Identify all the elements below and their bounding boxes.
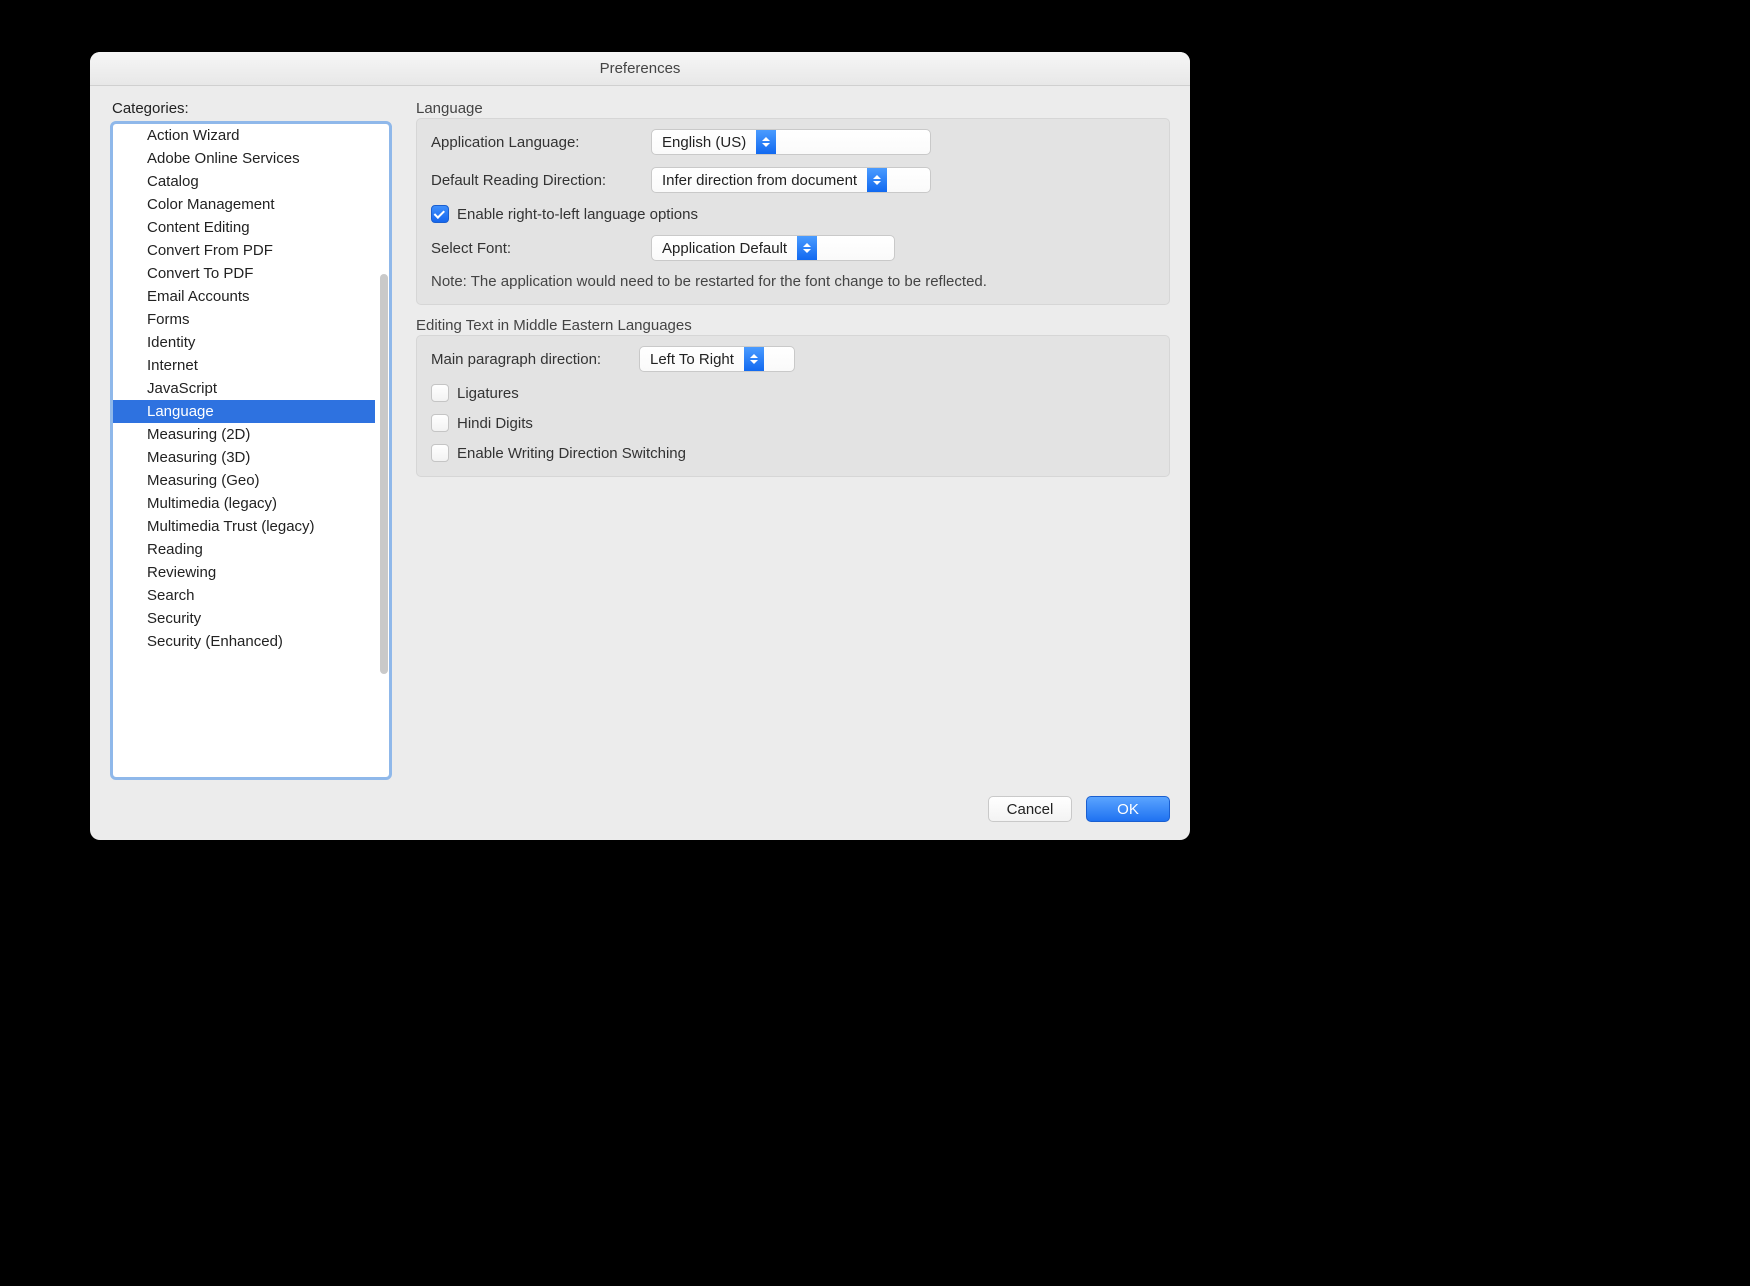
checkbox-box-icon	[431, 414, 449, 432]
categories-scrollbar[interactable]	[380, 274, 388, 674]
category-item[interactable]: Measuring (3D)	[113, 446, 375, 469]
hindi-digits-checkbox[interactable]: Hindi Digits	[431, 414, 1155, 432]
category-item[interactable]: Multimedia Trust (legacy)	[113, 515, 375, 538]
checkbox-box-icon	[431, 444, 449, 462]
category-item[interactable]: Search	[113, 584, 375, 607]
category-item[interactable]: Reading	[113, 538, 375, 561]
writing-direction-switching-label: Enable Writing Direction Switching	[457, 445, 686, 462]
select-font-value: Application Default	[652, 240, 797, 257]
reading-direction-label: Default Reading Direction:	[431, 172, 641, 189]
checkmark-icon	[434, 208, 445, 219]
checkbox-box-icon	[431, 205, 449, 223]
editing-heading: Editing Text in Middle Eastern Languages	[416, 317, 1170, 334]
paragraph-direction-label: Main paragraph direction:	[431, 351, 629, 368]
settings-panel: Language Application Language: English (…	[416, 100, 1170, 780]
chevron-updown-icon	[797, 236, 817, 260]
select-font-select[interactable]: Application Default	[651, 235, 895, 261]
category-item[interactable]: Multimedia (legacy)	[113, 492, 375, 515]
category-item[interactable]: Convert From PDF	[113, 239, 375, 262]
ok-button-label: OK	[1117, 801, 1139, 818]
reading-direction-row: Default Reading Direction: Infer directi…	[431, 167, 1155, 193]
select-font-label: Select Font:	[431, 240, 641, 257]
app-language-select[interactable]: English (US)	[651, 129, 931, 155]
language-section: Language Application Language: English (…	[416, 100, 1170, 305]
category-item[interactable]: Security (Enhanced)	[113, 630, 375, 653]
reading-direction-value: Infer direction from document	[652, 172, 867, 189]
category-item[interactable]: JavaScript	[113, 377, 375, 400]
app-language-value: English (US)	[652, 134, 756, 151]
chevron-updown-icon	[756, 130, 776, 154]
category-item[interactable]: Measuring (2D)	[113, 423, 375, 446]
categories-label: Categories:	[110, 100, 392, 117]
app-language-label: Application Language:	[431, 134, 641, 151]
category-item[interactable]: Internet	[113, 354, 375, 377]
window-title: Preferences	[600, 60, 681, 77]
editing-section: Editing Text in Middle Eastern Languages…	[416, 317, 1170, 477]
rtl-options-checkbox[interactable]: Enable right-to-left language options	[431, 205, 1155, 223]
ligatures-checkbox[interactable]: Ligatures	[431, 384, 1155, 402]
categories-list-inner: Action WizardAdobe Online ServicesCatalo…	[113, 124, 389, 777]
window-titlebar: Preferences	[90, 52, 1190, 86]
category-item[interactable]: Catalog	[113, 170, 375, 193]
ligatures-label: Ligatures	[457, 385, 519, 402]
checkbox-box-icon	[431, 384, 449, 402]
paragraph-direction-row: Main paragraph direction: Left To Right	[431, 346, 1155, 372]
category-item[interactable]: Language	[113, 400, 375, 423]
hindi-digits-label: Hindi Digits	[457, 415, 533, 432]
ok-button[interactable]: OK	[1086, 796, 1170, 822]
select-font-row: Select Font: Application Default	[431, 235, 1155, 261]
chevron-updown-icon	[744, 347, 764, 371]
categories-listbox[interactable]: Action WizardAdobe Online ServicesCatalo…	[110, 121, 392, 780]
category-item[interactable]: Measuring (Geo)	[113, 469, 375, 492]
app-language-row: Application Language: English (US)	[431, 129, 1155, 155]
paragraph-direction-select[interactable]: Left To Right	[639, 346, 795, 372]
preferences-window: Preferences Categories: Action WizardAdo…	[90, 52, 1190, 840]
category-item[interactable]: Security	[113, 607, 375, 630]
language-heading: Language	[416, 100, 1170, 117]
category-item[interactable]: Content Editing	[113, 216, 375, 239]
category-item[interactable]: Forms	[113, 308, 375, 331]
category-item[interactable]: Email Accounts	[113, 285, 375, 308]
cancel-button-label: Cancel	[1007, 801, 1054, 818]
category-item[interactable]: Adobe Online Services	[113, 147, 375, 170]
dialog-footer: Cancel OK	[90, 790, 1190, 840]
reading-direction-select[interactable]: Infer direction from document	[651, 167, 931, 193]
category-item[interactable]: Color Management	[113, 193, 375, 216]
editing-box: Main paragraph direction: Left To Right …	[416, 335, 1170, 477]
cancel-button[interactable]: Cancel	[988, 796, 1072, 822]
category-item[interactable]: Convert To PDF	[113, 262, 375, 285]
rtl-options-label: Enable right-to-left language options	[457, 206, 698, 223]
font-restart-note: Note: The application would need to be r…	[431, 273, 1155, 290]
paragraph-direction-value: Left To Right	[640, 351, 744, 368]
category-item[interactable]: Identity	[113, 331, 375, 354]
category-item[interactable]: Reviewing	[113, 561, 375, 584]
writing-direction-switching-checkbox[interactable]: Enable Writing Direction Switching	[431, 444, 1155, 462]
categories-column: Categories: Action WizardAdobe Online Se…	[110, 100, 392, 780]
chevron-updown-icon	[867, 168, 887, 192]
window-content: Categories: Action WizardAdobe Online Se…	[90, 86, 1190, 790]
category-item[interactable]: Action Wizard	[113, 124, 375, 147]
language-box: Application Language: English (US) Defau…	[416, 118, 1170, 305]
